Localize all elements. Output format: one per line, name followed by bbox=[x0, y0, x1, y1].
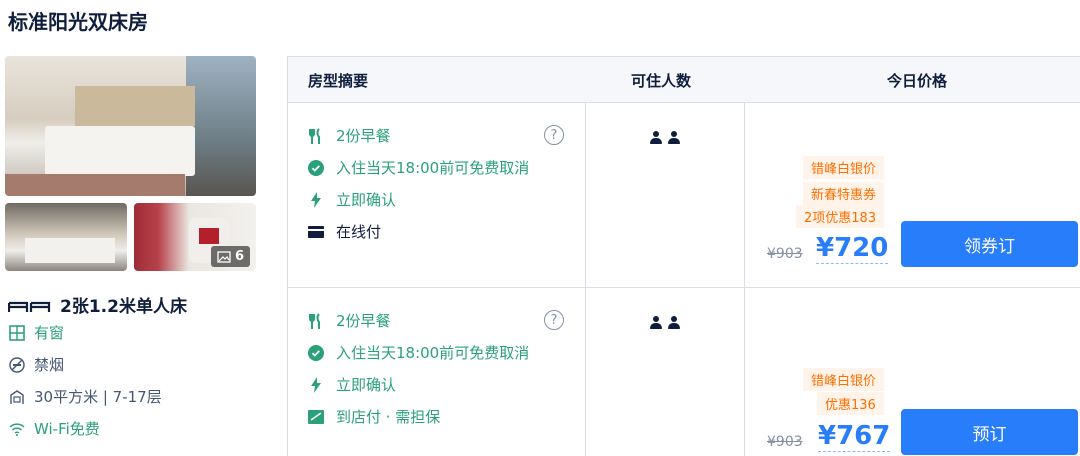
room-title: 标准阳光双床房 bbox=[8, 10, 148, 34]
current-price[interactable]: ¥720 bbox=[816, 233, 889, 264]
breakfast-icon bbox=[308, 312, 324, 329]
area-icon bbox=[8, 388, 26, 406]
feature-confirm: 立即确认 bbox=[308, 189, 396, 210]
amenity-no-smoking: 禁烟 bbox=[8, 354, 64, 375]
no-smoking-icon bbox=[8, 356, 26, 374]
photo-count-badge[interactable]: 6 bbox=[210, 246, 250, 267]
feature-payment: 到店付 · 需担保 bbox=[308, 406, 440, 427]
feature-cancel[interactable]: 入住当天18:00前可免费取消 bbox=[308, 157, 529, 178]
amenity-wifi: Wi-Fi免费 bbox=[8, 418, 100, 439]
promo-tag[interactable]: 2项优惠183 bbox=[796, 205, 885, 228]
book-button[interactable]: 领券订 bbox=[901, 221, 1078, 267]
book-button[interactable]: 预订 bbox=[901, 409, 1078, 455]
amenity-window: 有窗 bbox=[8, 322, 64, 343]
help-icon[interactable]: ? bbox=[544, 125, 564, 145]
room-photo-thumb[interactable] bbox=[5, 203, 127, 271]
feature-breakfast: 2份早餐 bbox=[308, 310, 391, 331]
person-icon bbox=[650, 316, 662, 329]
photo-count: 6 bbox=[234, 249, 244, 264]
table-header: 房型摘要 可住人数 今日价格 bbox=[288, 57, 1080, 103]
check-circle-icon bbox=[308, 344, 324, 361]
header-price: 今日价格 bbox=[887, 72, 948, 90]
person-icon bbox=[668, 316, 680, 329]
guest-count bbox=[650, 316, 680, 329]
lightning-icon bbox=[308, 376, 324, 393]
bed-label: 2张1.2米单人床 bbox=[60, 297, 187, 317]
person-icon bbox=[668, 131, 680, 144]
header-guests: 可住人数 bbox=[631, 72, 692, 90]
pay-at-hotel-icon bbox=[308, 409, 324, 425]
room-photo-thumb[interactable]: 6 bbox=[134, 203, 256, 271]
table-row: 2份早餐 ? 入住当天18:00前可免费取消 立即确认 到店付 · 需担保 错峰… bbox=[288, 288, 1080, 456]
bed-icon bbox=[8, 301, 51, 312]
promo-tag[interactable]: 优惠136 bbox=[817, 392, 884, 415]
guest-count bbox=[650, 131, 680, 144]
help-icon[interactable]: ? bbox=[544, 310, 564, 330]
original-price: ¥903 bbox=[767, 434, 803, 450]
amenity-area: 30平方米 | 7-17层 bbox=[8, 386, 162, 407]
promo-tag: 错峰白银价 bbox=[803, 368, 885, 391]
check-circle-icon bbox=[308, 159, 324, 176]
image-icon bbox=[217, 250, 231, 263]
table-row: 2份早餐 ? 入住当天18:00前可免费取消 立即确认 在线付 错峰白银价 新春… bbox=[288, 103, 1080, 288]
header-summary: 房型摘要 bbox=[308, 72, 369, 90]
current-price[interactable]: ¥767 bbox=[818, 421, 891, 452]
original-price: ¥903 bbox=[767, 246, 803, 262]
bed-info: 2张1.2米单人床 bbox=[8, 292, 187, 317]
promo-tag: 新春特惠券 bbox=[803, 182, 885, 205]
feature-cancel[interactable]: 入住当天18:00前可免费取消 bbox=[308, 342, 529, 363]
rate-table: 房型摘要 可住人数 今日价格 2份早餐 ? 入住当天18:00前可免费取消 立即… bbox=[287, 56, 1080, 456]
feature-breakfast: 2份早餐 bbox=[308, 125, 391, 146]
feature-payment: 在线付 bbox=[308, 221, 381, 242]
card-icon bbox=[308, 224, 324, 240]
feature-confirm: 立即确认 bbox=[308, 374, 396, 395]
window-icon bbox=[8, 324, 26, 342]
breakfast-icon bbox=[308, 127, 324, 144]
lightning-icon bbox=[308, 191, 324, 208]
room-photo-main[interactable] bbox=[5, 56, 256, 196]
person-icon bbox=[650, 131, 662, 144]
promo-tag: 错峰白银价 bbox=[803, 156, 885, 179]
wifi-icon bbox=[8, 420, 26, 438]
